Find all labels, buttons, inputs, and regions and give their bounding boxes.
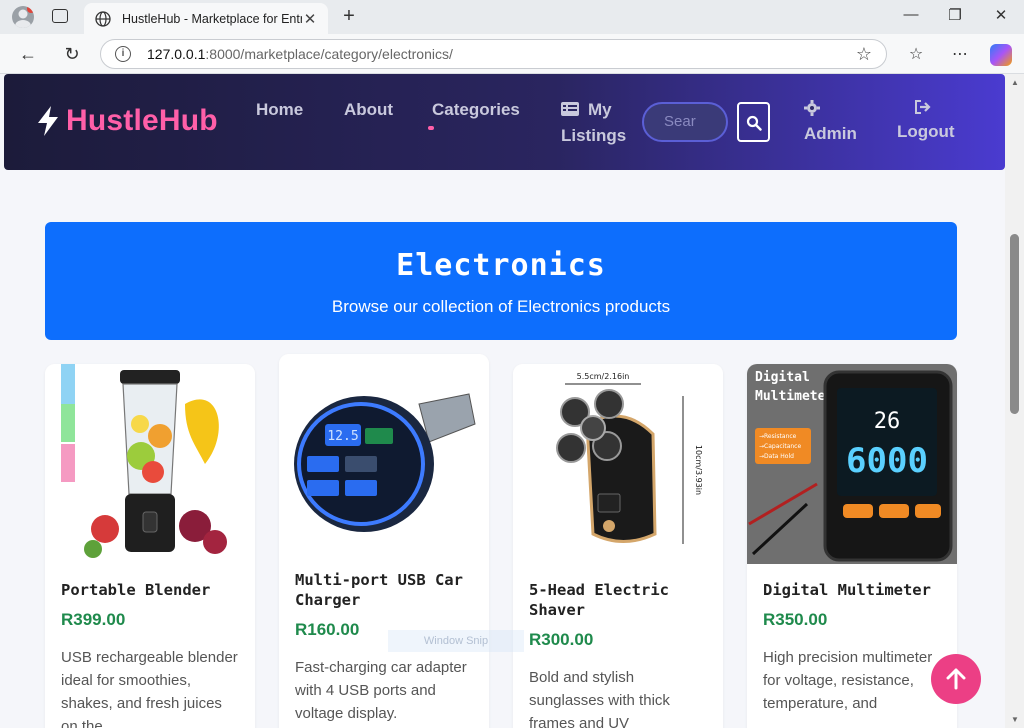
nav-my-label: My bbox=[588, 100, 612, 119]
minimize-icon[interactable]: — bbox=[896, 6, 926, 23]
site-navbar: HustleHub Home About Categories My Listi… bbox=[4, 74, 1005, 170]
product-description: Bold and stylish sunglasses with thick f… bbox=[529, 669, 670, 728]
category-title: Electronics bbox=[396, 248, 606, 283]
product-card[interactable]: Portable Blender R399.00 USB rechargeabl… bbox=[45, 364, 255, 728]
nav-logout-link[interactable]: Logout bbox=[897, 98, 957, 148]
scroll-down-icon[interactable]: ▼ bbox=[1011, 715, 1019, 724]
reload-icon[interactable]: ↻ bbox=[60, 42, 84, 66]
car-charger-illustration: 12.5 bbox=[279, 354, 489, 554]
browser-tab-strip: HustleHub - Marketplace for Entr ✕ + — ❐… bbox=[0, 0, 1024, 34]
gear-icon bbox=[804, 100, 820, 116]
favorites-list-icon[interactable]: ☆ bbox=[904, 44, 928, 64]
shaver-width-label: 5.5cm/2.16in bbox=[577, 372, 630, 381]
nav-about-link[interactable]: About bbox=[344, 100, 393, 120]
copilot-icon[interactable] bbox=[990, 44, 1012, 66]
tab-title: HustleHub - Marketplace for Entr bbox=[122, 11, 302, 26]
search-icon bbox=[746, 115, 762, 131]
shaver-height-label: 10cm/3.93in bbox=[694, 445, 703, 495]
nav-listings-label: Listings bbox=[561, 126, 627, 145]
window-snip-overlay: Window Snip bbox=[388, 630, 524, 652]
category-hero-banner: Electronics Browse our collection of Ele… bbox=[45, 222, 957, 340]
dropdown-caret-icon bbox=[428, 126, 434, 130]
product-image-shaver[interactable]: 5.5cm/2.16in 10cm/3.93in bbox=[513, 364, 723, 564]
address-toolbar: ← ↻ i 127.0.0.1:8000/marketplace/categor… bbox=[0, 34, 1024, 74]
multimeter-label-2: Multimeter bbox=[755, 389, 833, 404]
nav-categories-link[interactable]: Categories bbox=[432, 100, 520, 120]
address-bar[interactable]: i 127.0.0.1:8000/marketplace/category/el… bbox=[100, 39, 887, 69]
product-title[interactable]: Digital Multimeter bbox=[763, 580, 941, 600]
nav-logout-label: Logout bbox=[897, 122, 955, 141]
product-image-car-charger[interactable]: 12.5 bbox=[279, 354, 489, 554]
window-close-icon[interactable]: ✕ bbox=[986, 6, 1016, 24]
product-description: Fast-charging car adapter with 4 USB por… bbox=[295, 659, 467, 722]
arrow-up-icon bbox=[946, 668, 966, 690]
tab-actions-icon[interactable] bbox=[52, 9, 68, 23]
nav-home-link[interactable]: Home bbox=[256, 100, 303, 120]
product-price: R350.00 bbox=[763, 610, 828, 629]
product-price: R300.00 bbox=[529, 630, 594, 649]
category-subtitle: Browse our collection of Electronics pro… bbox=[331, 297, 671, 316]
list-icon bbox=[561, 102, 579, 116]
page-scrollbar[interactable]: ▲ ▼ bbox=[1005, 74, 1024, 728]
scroll-to-top-button[interactable] bbox=[931, 654, 981, 704]
shaver-illustration: 5.5cm/2.16in 10cm/3.93in bbox=[513, 364, 723, 564]
url-path: :8000/marketplace/category/electronics/ bbox=[205, 46, 453, 62]
product-card[interactable]: 12.5 Multi-port USB Car Charger R160.00 … bbox=[279, 354, 489, 728]
brand-name: HustleHub bbox=[66, 104, 218, 137]
multimeter-feature: →Data Hold bbox=[759, 453, 794, 460]
product-title[interactable]: Portable Blender bbox=[61, 580, 239, 600]
multimeter-reading: 6000 bbox=[846, 441, 928, 481]
multimeter-small-reading: 26 bbox=[874, 409, 901, 434]
product-card[interactable]: Digital Multimeter →Resistance →Capacita… bbox=[747, 364, 957, 728]
nav-admin-label: Admin bbox=[804, 124, 857, 143]
browser-tab[interactable]: HustleHub - Marketplace for Entr ✕ bbox=[84, 3, 328, 34]
logout-icon bbox=[915, 100, 931, 114]
page-viewport: HustleHub Home About Categories My Listi… bbox=[0, 74, 1005, 728]
bolt-icon bbox=[38, 106, 58, 136]
product-description: USB rechargeable blender ideal for smoot… bbox=[61, 649, 238, 728]
back-arrow-icon[interactable]: ← bbox=[16, 42, 40, 66]
new-tab-icon[interactable]: + bbox=[338, 5, 360, 27]
notification-dot-icon bbox=[27, 6, 34, 13]
search-button[interactable] bbox=[737, 102, 770, 142]
url-host: 127.0.0.1 bbox=[147, 46, 206, 62]
close-tab-icon[interactable]: ✕ bbox=[302, 10, 318, 28]
favorite-star-icon[interactable]: ☆ bbox=[856, 44, 872, 65]
nav-admin-link[interactable]: Admin bbox=[804, 98, 860, 148]
product-title[interactable]: Multi-port USB Car Charger bbox=[295, 570, 473, 610]
multimeter-feature: →Resistance bbox=[759, 433, 797, 440]
brand-logo[interactable]: HustleHub bbox=[36, 104, 218, 138]
scroll-up-icon[interactable]: ▲ bbox=[1011, 78, 1019, 87]
restore-icon[interactable]: ❐ bbox=[940, 6, 970, 24]
multimeter-label-1: Digital bbox=[755, 370, 810, 385]
blender-illustration bbox=[45, 364, 255, 564]
charger-display-reading: 12.5 bbox=[327, 429, 358, 444]
profile-avatar-icon[interactable] bbox=[12, 6, 34, 28]
product-card[interactable]: 5.5cm/2.16in 10cm/3.93in 5-Head Electric… bbox=[513, 364, 723, 728]
product-image-multimeter[interactable]: Digital Multimeter →Resistance →Capacita… bbox=[747, 364, 957, 564]
site-info-icon[interactable]: i bbox=[115, 46, 131, 62]
product-image-blender[interactable] bbox=[45, 364, 255, 564]
product-title[interactable]: 5-Head Electric Shaver bbox=[529, 580, 707, 620]
multimeter-illustration: Digital Multimeter →Resistance →Capacita… bbox=[747, 364, 957, 564]
globe-icon bbox=[95, 10, 111, 27]
product-price: R399.00 bbox=[61, 610, 126, 629]
more-menu-icon[interactable]: ⋯ bbox=[948, 44, 972, 64]
multimeter-feature: →Capacitance bbox=[759, 443, 801, 450]
product-description: High precision multimeter for voltage, r… bbox=[763, 649, 933, 712]
scrollbar-thumb[interactable] bbox=[1010, 234, 1019, 414]
search-input[interactable]: Sear bbox=[642, 102, 728, 142]
